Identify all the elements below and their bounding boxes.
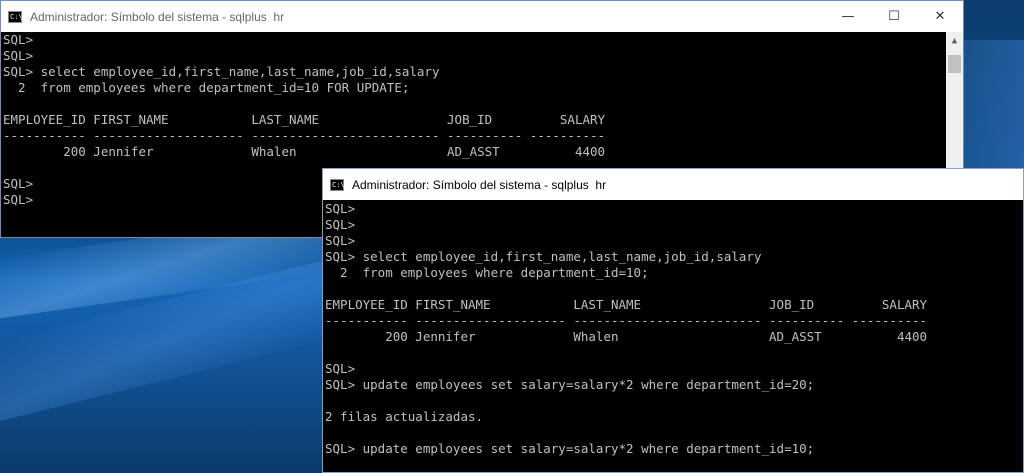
wallpaper-light-beam bbox=[962, 40, 1024, 180]
console-line: SQL> bbox=[3, 32, 34, 47]
console-line: ----------- -------------------- -------… bbox=[325, 313, 928, 328]
console-line: SQL> select employee_id,first_name,last_… bbox=[325, 249, 762, 264]
maximize-icon: ☐ bbox=[888, 9, 900, 24]
console-line: SQL> update employees set salary=salary*… bbox=[325, 441, 815, 456]
console-line: SQL> update employees set salary=salary*… bbox=[325, 377, 815, 392]
minimize-icon: — bbox=[841, 9, 855, 24]
cmd-icon: C:\ bbox=[8, 10, 23, 23]
console-line: 2 from employees where department_id=10; bbox=[325, 265, 649, 280]
console-line: SQL> bbox=[325, 233, 356, 248]
minimize-button[interactable]: — bbox=[825, 1, 871, 32]
window-titlebar[interactable]: C:\ Administrador: Símbolo del sistema -… bbox=[1, 1, 963, 32]
close-button[interactable]: ✕ bbox=[917, 1, 963, 32]
window-title: Administrador: Símbolo del sistema - sql… bbox=[30, 9, 285, 24]
console-line: 2 filas actualizadas. bbox=[325, 409, 484, 424]
console-line: 200 Jennifer Whalen AD_ASST 4400 bbox=[3, 144, 606, 159]
console-line: 2 from employees where department_id=10 … bbox=[3, 80, 410, 95]
cmd-icon: C:\ bbox=[330, 178, 345, 191]
window-title: Administrador: Símbolo del sistema - sql… bbox=[352, 177, 607, 192]
scroll-up-arrow-icon[interactable]: ▲ bbox=[946, 32, 963, 49]
maximize-button[interactable]: ☐ bbox=[871, 1, 917, 32]
console-output[interactable]: SQL> SQL> SQL> SQL> select employee_id,firs… bbox=[323, 200, 1023, 472]
console-line: ----------- -------------------- -------… bbox=[3, 128, 606, 143]
console-line: EMPLOYEE_ID FIRST_NAME LAST_NAME JOB_ID … bbox=[3, 112, 606, 127]
console-line: SQL> bbox=[325, 201, 356, 216]
window-titlebar[interactable]: C:\ Administrador: Símbolo del sistema -… bbox=[323, 169, 1023, 200]
console-line: SQL> select employee_id,first_name,last_… bbox=[3, 64, 440, 79]
console-line: SQL> bbox=[3, 48, 34, 63]
console-line: 200 Jennifer Whalen AD_ASST 4400 bbox=[325, 329, 928, 344]
console-line: SQL> bbox=[325, 361, 356, 376]
console-window-front[interactable]: C:\ Administrador: Símbolo del sistema -… bbox=[322, 168, 1024, 473]
console-line: SQL> bbox=[325, 217, 356, 232]
close-icon: ✕ bbox=[934, 9, 946, 24]
console-line: EMPLOYEE_ID FIRST_NAME LAST_NAME JOB_ID … bbox=[325, 297, 928, 312]
scrollbar-thumb[interactable] bbox=[948, 55, 961, 73]
